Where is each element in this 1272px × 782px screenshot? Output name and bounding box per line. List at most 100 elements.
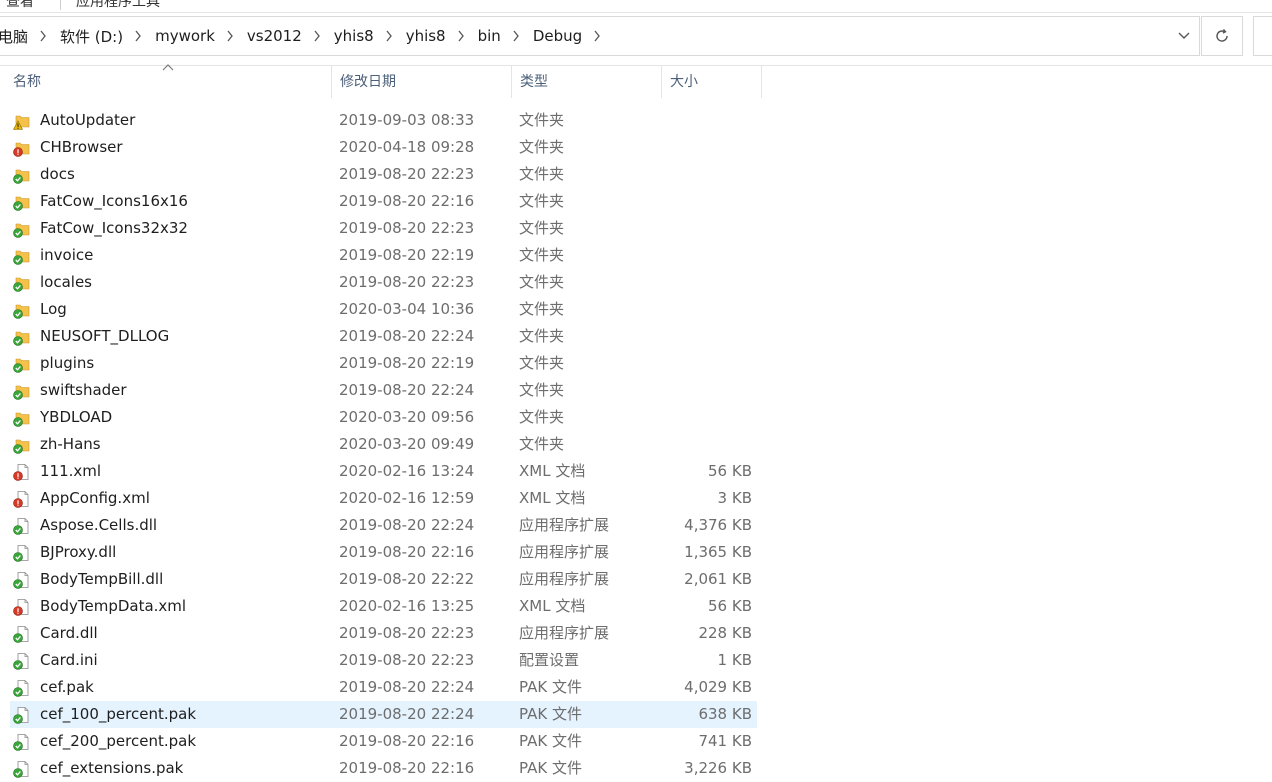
file-type: 文件夹 bbox=[519, 111, 565, 129]
file-date: 2019-09-03 08:33 bbox=[339, 111, 475, 129]
file-row[interactable]: invoice 2019-08-20 22:19 文件夹 bbox=[10, 242, 757, 269]
file-name: Aspose.Cells.dll bbox=[40, 516, 158, 534]
file-type: 文件夹 bbox=[519, 435, 565, 453]
file-date: 2020-04-18 09:28 bbox=[339, 138, 475, 156]
file-row[interactable]: BodyTempData.xml 2020-02-16 13:25 XML 文档 56… bbox=[10, 593, 757, 620]
breadcrumb-chevron-icon[interactable] bbox=[127, 17, 149, 55]
column-header-type[interactable]: 类型 bbox=[512, 66, 661, 98]
file-size bbox=[660, 215, 752, 242]
chevron-down-icon bbox=[1178, 32, 1190, 39]
file-date: 2020-02-16 13:24 bbox=[339, 462, 475, 480]
file-size bbox=[660, 134, 752, 161]
file-size: 4,376 KB bbox=[684, 516, 752, 534]
file-row[interactable]: docs 2019-08-20 22:23 文件夹 bbox=[10, 161, 757, 188]
file-row[interactable]: Card.dll 2019-08-20 22:23 应用程序扩展 228 KB bbox=[10, 620, 757, 647]
file-name: plugins bbox=[40, 354, 95, 372]
column-header-name[interactable]: 名称 bbox=[5, 66, 331, 98]
file-size: 228 KB bbox=[698, 624, 752, 642]
breadcrumb-chevron-icon[interactable] bbox=[505, 17, 527, 55]
breadcrumb-chevron-icon[interactable] bbox=[378, 17, 400, 55]
file-row[interactable]: Aspose.Cells.dll 2019-08-20 22:24 应用程序扩展 4,… bbox=[10, 512, 757, 539]
file-type: 文件夹 bbox=[519, 408, 565, 426]
file-type: PAK 文件 bbox=[519, 759, 582, 777]
file-name: Card.dll bbox=[40, 624, 98, 642]
breadcrumb-item[interactable]: mywork bbox=[151, 27, 219, 45]
file-size: 4,029 KB bbox=[684, 678, 752, 696]
file-row[interactable]: cef.pak 2019-08-20 22:24 PAK 文件 4,029 KB bbox=[10, 674, 757, 701]
ribbon-tab-view[interactable]: 查看 bbox=[6, 0, 34, 11]
file-date: 2019-08-20 22:19 bbox=[339, 354, 475, 372]
file-row[interactable]: BJProxy.dll 2019-08-20 22:16 应用程序扩展 1,365 K… bbox=[10, 539, 757, 566]
file-row[interactable]: NEUSOFT_DLLOG 2019-08-20 22:24 文件夹 bbox=[10, 323, 757, 350]
file-row[interactable]: AppConfig.xml 2020-02-16 12:59 XML 文档 3 KB bbox=[10, 485, 757, 512]
breadcrumb: 电脑 软件 (D:) mywork vs2012 yhis8 yhis8 bin Debug bbox=[0, 17, 608, 55]
address-history-dropdown[interactable] bbox=[1168, 17, 1200, 55]
file-type: 文件夹 bbox=[519, 219, 565, 237]
file-type: XML 文档 bbox=[519, 462, 586, 480]
file-row[interactable]: cef_100_percent.pak 2019-08-20 22:24 PAK 文… bbox=[10, 701, 757, 728]
file-row[interactable]: FatCow_Icons32x32 2019-08-20 22:23 文件夹 bbox=[10, 215, 757, 242]
file-date: 2019-08-20 22:16 bbox=[339, 759, 475, 777]
breadcrumb-item[interactable]: 电脑 bbox=[0, 26, 32, 47]
file-type: 应用程序扩展 bbox=[519, 624, 610, 642]
file-date: 2019-08-20 22:16 bbox=[339, 732, 475, 750]
file-row[interactable]: BodyTempBill.dll 2019-08-20 22:22 应用程序扩展 2,… bbox=[10, 566, 757, 593]
refresh-icon bbox=[1216, 29, 1228, 42]
refresh-button[interactable] bbox=[1201, 16, 1243, 56]
file-row[interactable]: cef_extensions.pak 2019-08-20 22:16 PAK 文件… bbox=[10, 755, 757, 782]
file-name: cef_100_percent.pak bbox=[40, 705, 197, 723]
file-name: cef.pak bbox=[40, 678, 94, 696]
file-row[interactable]: CHBrowser 2020-04-18 09:28 文件夹 bbox=[10, 134, 757, 161]
file-row[interactable]: AutoUpdater 2019-09-03 08:33 文件夹 bbox=[10, 107, 757, 134]
file-date: 2019-08-20 22:23 bbox=[339, 624, 475, 642]
ribbon-tab-app-tools[interactable]: 应用程序工具 bbox=[76, 0, 160, 11]
file-name: FatCow_Icons16x16 bbox=[40, 192, 188, 210]
ribbon-separator bbox=[60, 0, 61, 10]
file-row[interactable]: 111.xml 2020-02-16 13:24 XML 文档 56 KB bbox=[10, 458, 757, 485]
breadcrumb-item[interactable]: vs2012 bbox=[243, 27, 306, 45]
file-row[interactable]: swiftshader 2019-08-20 22:24 文件夹 bbox=[10, 377, 757, 404]
file-row[interactable]: cef_200_percent.pak 2019-08-20 22:16 PAK 文… bbox=[10, 728, 757, 755]
file-size bbox=[660, 404, 752, 431]
breadcrumb-chevron-icon[interactable] bbox=[586, 17, 608, 55]
search-input[interactable] bbox=[1253, 16, 1272, 56]
breadcrumb-item[interactable]: bin bbox=[474, 27, 505, 45]
file-row[interactable]: Card.ini 2019-08-20 22:23 配置设置 1 KB bbox=[10, 647, 757, 674]
file-row[interactable]: FatCow_Icons16x16 2019-08-20 22:16 文件夹 bbox=[10, 188, 757, 215]
file-date: 2019-08-20 22:24 bbox=[339, 705, 475, 723]
file-name: swiftshader bbox=[40, 381, 127, 399]
breadcrumb-item[interactable]: yhis8 bbox=[402, 27, 450, 45]
file-name: BodyTempBill.dll bbox=[40, 570, 164, 588]
file-row[interactable]: Log 2020-03-04 10:36 文件夹 bbox=[10, 296, 757, 323]
breadcrumb-item[interactable]: yhis8 bbox=[330, 27, 378, 45]
file-name: AppConfig.xml bbox=[40, 489, 150, 507]
file-row[interactable]: zh-Hans 2020-03-20 09:49 文件夹 bbox=[10, 431, 757, 458]
breadcrumb-item[interactable]: 软件 (D:) bbox=[56, 26, 127, 47]
breadcrumb-chevron-icon[interactable] bbox=[219, 17, 241, 55]
file-size bbox=[660, 161, 752, 188]
column-separator[interactable] bbox=[761, 66, 762, 98]
breadcrumb-item[interactable]: Debug bbox=[529, 27, 586, 45]
file-type: PAK 文件 bbox=[519, 732, 582, 750]
file-date: 2019-08-20 22:23 bbox=[339, 651, 475, 669]
file-type: 文件夹 bbox=[519, 381, 565, 399]
file-size bbox=[660, 242, 752, 269]
column-header-date[interactable]: 修改日期 bbox=[332, 66, 511, 98]
file-size bbox=[660, 296, 752, 323]
breadcrumb-chevron-icon[interactable] bbox=[32, 17, 54, 55]
file-row[interactable]: YBDLOAD 2020-03-20 09:56 文件夹 bbox=[10, 404, 757, 431]
file-size: 56 KB bbox=[708, 462, 752, 480]
file-size bbox=[660, 269, 752, 296]
file-row[interactable]: plugins 2019-08-20 22:19 文件夹 bbox=[10, 350, 757, 377]
file-name: BJProxy.dll bbox=[40, 543, 117, 561]
column-header-size[interactable]: 大小 bbox=[662, 66, 761, 98]
breadcrumb-chevron-icon[interactable] bbox=[306, 17, 328, 55]
address-bar[interactable]: 电脑 软件 (D:) mywork vs2012 yhis8 yhis8 bin Debug bbox=[0, 16, 1200, 56]
file-size: 56 KB bbox=[708, 597, 752, 615]
file-row[interactable]: locales 2019-08-20 22:23 文件夹 bbox=[10, 269, 757, 296]
file-type: 应用程序扩展 bbox=[519, 570, 610, 588]
breadcrumb-chevron-icon[interactable] bbox=[450, 17, 472, 55]
file-name: zh-Hans bbox=[40, 435, 101, 453]
file-date: 2019-08-20 22:16 bbox=[339, 543, 475, 561]
file-date: 2020-03-20 09:56 bbox=[339, 408, 475, 426]
